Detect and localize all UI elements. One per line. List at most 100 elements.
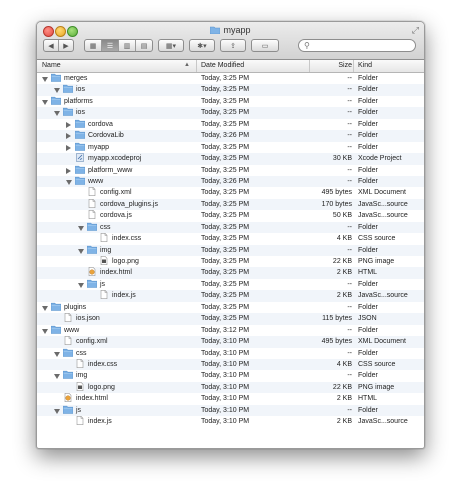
item-date-modified: Today, 3:25 PM <box>201 97 250 105</box>
item-size: 2 KB <box>336 395 352 403</box>
list-item[interactable]: index.html Today, 3:10 PM 2 KB HTML <box>37 393 424 404</box>
item-kind: HTML <box>358 269 378 277</box>
list-item[interactable]: index.js Today, 3:25 PM 2 KB JavaSc...sourc… <box>37 290 424 302</box>
disclosure-open-icon[interactable] <box>66 179 72 185</box>
html-icon <box>87 267 97 277</box>
folder-icon <box>62 405 74 414</box>
item-date-modified: Today, 3:10 PM <box>201 418 250 426</box>
tags-button[interactable]: ▭ <box>251 39 279 52</box>
column-date-header[interactable]: Date Modified <box>201 62 244 69</box>
list-item[interactable]: ios Today, 3:25 PM -- Folder <box>37 84 424 96</box>
item-kind: Folder <box>358 372 378 380</box>
back-button[interactable]: ◀ <box>44 40 59 51</box>
search-field[interactable]: ⚲ <box>298 39 416 52</box>
gear-icon: ✱▾ <box>197 42 207 50</box>
column-view-button[interactable]: ▥ <box>119 40 136 51</box>
list-item[interactable]: css Today, 3:10 PM -- Folder <box>37 348 424 359</box>
file-list: merges Today, 3:25 PM -- Folder ios Today, 3:… <box>37 73 424 428</box>
list-item[interactable]: myapp Today, 3:25 PM -- Folder <box>37 142 424 153</box>
list-item[interactable]: cordova Today, 3:25 PM -- Folder <box>37 119 424 130</box>
column-divider[interactable] <box>353 60 354 72</box>
disclosure-open-icon[interactable] <box>42 328 48 334</box>
item-kind: Folder <box>358 75 378 82</box>
forward-button[interactable]: ▶ <box>59 40 73 51</box>
column-divider[interactable] <box>196 60 197 72</box>
window-title-text: myapp <box>223 25 251 35</box>
list-item[interactable]: cordova.js Today, 3:25 PM 50 KB JavaSc...so… <box>37 210 424 221</box>
column-name-header[interactable]: Name <box>42 62 61 69</box>
list-item[interactable]: index.css Today, 3:25 PM 4 KB CSS source <box>37 233 424 244</box>
list-item[interactable]: config.xml Today, 3:10 PM 495 bytes XML Doc… <box>37 336 424 348</box>
list-item[interactable]: www Today, 3:12 PM -- Folder <box>37 325 424 336</box>
list-item[interactable]: merges Today, 3:25 PM -- Folder <box>37 73 424 84</box>
list-item[interactable]: index.html Today, 3:25 PM 2 KB HTML <box>37 267 424 279</box>
list-item[interactable]: js Today, 3:25 PM -- Folder <box>37 279 424 290</box>
disclosure-closed-icon[interactable] <box>66 121 71 128</box>
list-item[interactable]: ios.json Today, 3:25 PM 115 bytes JSON <box>37 313 424 325</box>
list-item[interactable]: platform_www Today, 3:25 PM -- Folder <box>37 165 424 176</box>
fullscreen-icon[interactable]: ⤢ <box>412 25 419 36</box>
list-item[interactable]: ios Today, 3:25 PM -- Folder <box>37 107 424 119</box>
disclosure-open-icon[interactable] <box>54 351 60 357</box>
item-size: -- <box>347 177 352 185</box>
folder-icon <box>62 348 74 357</box>
file-icon <box>87 198 97 208</box>
action-button[interactable]: ✱▾ <box>189 39 215 52</box>
item-name: config.xml <box>100 189 132 197</box>
cover-flow-button[interactable]: ▤ <box>136 40 152 51</box>
disclosure-open-icon[interactable] <box>78 225 84 231</box>
list-item[interactable]: CordovaLib Today, 3:26 PM -- Folder <box>37 130 424 142</box>
list-item[interactable]: css Today, 3:25 PM -- Folder <box>37 221 424 234</box>
item-date-modified: Today, 3:25 PM <box>201 246 250 254</box>
item-kind: Folder <box>358 97 378 105</box>
item-date-modified: Today, 3:25 PM <box>201 166 250 174</box>
list-item[interactable]: logo.png Today, 3:25 PM 22 KB PNG image <box>37 256 424 267</box>
item-size: 4 KB <box>336 235 352 243</box>
disclosure-open-icon[interactable] <box>42 77 48 82</box>
list-item[interactable]: config.xml Today, 3:25 PM 495 bytes XML Doc… <box>37 187 424 198</box>
list-item[interactable]: plugins Today, 3:25 PM -- Folder <box>37 302 424 313</box>
disclosure-closed-icon[interactable] <box>66 133 71 140</box>
share-button[interactable]: ⇪ <box>220 39 246 52</box>
list-item[interactable]: index.js Today, 3:10 PM 2 KB JavaSc...sourc… <box>37 416 424 427</box>
disclosure-closed-icon[interactable] <box>66 144 71 151</box>
folder-icon <box>62 107 74 117</box>
html-icon <box>63 393 73 403</box>
arrange-button[interactable]: ▦▾ <box>158 39 184 52</box>
disclosure-open-icon[interactable] <box>42 99 48 105</box>
list-item[interactable]: myapp.xcodeproj Today, 3:25 PM 30 KB Xcode … <box>37 153 424 165</box>
item-kind: Folder <box>358 406 378 414</box>
disclosure-open-icon[interactable] <box>42 305 48 311</box>
disclosure-open-icon[interactable] <box>54 374 60 380</box>
window-title: myapp <box>37 25 424 35</box>
item-size: 115 bytes <box>322 315 352 323</box>
item-name: platform_www <box>88 166 133 174</box>
list-item[interactable]: www Today, 3:26 PM -- Folder <box>37 175 424 188</box>
item-name: cordova_plugins.js <box>100 200 158 208</box>
list-item[interactable]: index.css Today, 3:10 PM 4 KB CSS source <box>37 358 424 371</box>
item-date-modified: Today, 3:26 PM <box>201 132 250 140</box>
icon-view-button[interactable]: ▦ <box>85 40 102 51</box>
column-divider[interactable] <box>309 60 310 72</box>
item-kind: XML Document <box>358 189 406 197</box>
disclosure-open-icon[interactable] <box>54 111 60 117</box>
column-size-header[interactable]: Size <box>338 62 352 69</box>
item-name: index.js <box>112 292 136 300</box>
disclosure-open-icon[interactable] <box>54 88 60 94</box>
list-view-button[interactable]: ☰ <box>102 40 119 51</box>
disclosure-open-icon[interactable] <box>54 408 60 414</box>
disclosure-open-icon[interactable] <box>78 248 84 254</box>
disclosure-open-icon[interactable] <box>78 282 84 288</box>
list-item[interactable]: js Today, 3:10 PM -- Folder <box>37 404 424 417</box>
list-item[interactable]: img Today, 3:25 PM -- Folder <box>37 244 424 256</box>
xcodeproj-icon <box>75 153 85 162</box>
list-item[interactable]: platforms Today, 3:25 PM -- Folder <box>37 96 424 107</box>
list-item[interactable]: logo.png Today, 3:10 PM 22 KB PNG image <box>37 381 424 394</box>
item-kind: Folder <box>358 143 378 151</box>
tag-icon: ▭ <box>261 42 269 50</box>
list-item[interactable]: img Today, 3:10 PM -- Folder <box>37 370 424 381</box>
list-item[interactable]: cordova_plugins.js Today, 3:25 PM 170 byte… <box>37 198 424 211</box>
item-date-modified: Today, 3:25 PM <box>201 200 250 208</box>
column-kind-header[interactable]: Kind <box>358 62 372 69</box>
disclosure-closed-icon[interactable] <box>66 167 71 174</box>
